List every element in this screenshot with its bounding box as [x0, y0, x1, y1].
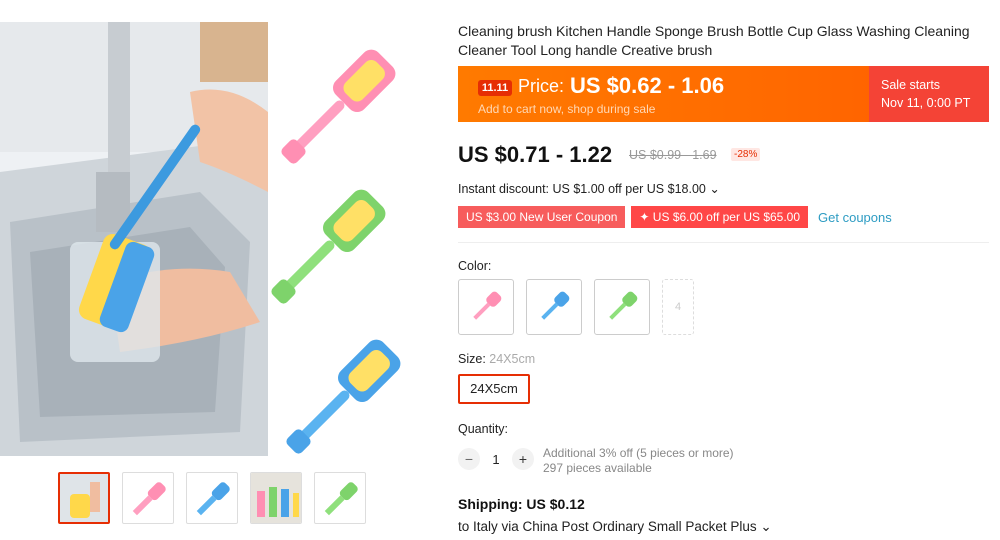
stock-text: 297 pieces available: [543, 461, 652, 475]
thumbnail-1[interactable]: [58, 472, 110, 524]
main-product-image[interactable]: [0, 22, 268, 456]
quantity-minus-button[interactable]: −: [458, 448, 480, 470]
promo-price-label: Price:: [518, 76, 565, 96]
promo-subtitle: Add to cart now, shop during sale: [478, 102, 656, 116]
bulk-discount-text: Additional 3% off (5 pieces or more): [543, 446, 734, 460]
color-option-pink[interactable]: [458, 279, 514, 335]
new-user-coupon[interactable]: US $3.00 New User Coupon: [458, 206, 626, 228]
quantity-info: Additional 3% off (5 pieces or more) 297…: [543, 446, 734, 476]
promo-price-range: US $0.62 - 1.06: [570, 73, 725, 98]
size-option-24x5cm[interactable]: 24X5cm: [458, 374, 530, 404]
quantity-plus-button[interactable]: +: [512, 448, 534, 470]
coupon-row: US $3.00 New User Coupon ✦ US $6.00 off …: [458, 206, 892, 228]
shipping-price: Shipping: US $0.12: [458, 496, 585, 512]
thumbnail-5[interactable]: [314, 472, 366, 524]
size-label: Size: 24X5cm: [458, 352, 535, 366]
quantity-label: Quantity:: [458, 422, 509, 436]
quantity-value[interactable]: 1: [480, 452, 512, 467]
get-coupons-link[interactable]: Get coupons: [818, 210, 892, 225]
instant-discount[interactable]: Instant discount: US $1.00 off per US $1…: [458, 181, 720, 196]
product-variants-image: [268, 22, 428, 456]
section-divider: [458, 242, 989, 243]
thumbnail-4[interactable]: [250, 472, 302, 524]
sale-badge: 11.11: [478, 80, 512, 96]
size-label-text: Size:: [458, 352, 486, 366]
product-title: Cleaning brush Kitchen Handle Sponge Bru…: [458, 23, 970, 58]
color-option-blue[interactable]: [526, 279, 582, 335]
quantity-stepper: − 1 +: [458, 448, 534, 470]
sale-start-line2: Nov 11, 0:00 PT: [881, 96, 971, 110]
store-coupon[interactable]: ✦ US $6.00 off per US $65.00: [631, 206, 809, 228]
thumbnail-strip: [58, 472, 366, 524]
color-label: Color:: [458, 259, 492, 273]
color-option-green[interactable]: [594, 279, 650, 335]
shipping-method[interactable]: to Italy via China Post Ordinary Small P…: [458, 519, 772, 535]
promo-banner: 11.11 Price: US $0.62 - 1.06 Add to cart…: [458, 66, 989, 122]
thumbnail-2[interactable]: [122, 472, 174, 524]
discount-badge: -28%: [731, 148, 761, 161]
color-options: 4: [458, 279, 694, 335]
current-price: US $0.71 - 1.22: [458, 142, 613, 167]
sale-start-line1: Sale starts: [881, 78, 941, 92]
original-price: US $0.99 - 1.69: [629, 148, 717, 162]
color-option-4[interactable]: 4: [662, 279, 694, 335]
sale-start-box: Sale starts Nov 11, 0:00 PT: [869, 66, 989, 122]
size-selected-value: 24X5cm: [489, 352, 536, 366]
thumbnail-3[interactable]: [186, 472, 238, 524]
